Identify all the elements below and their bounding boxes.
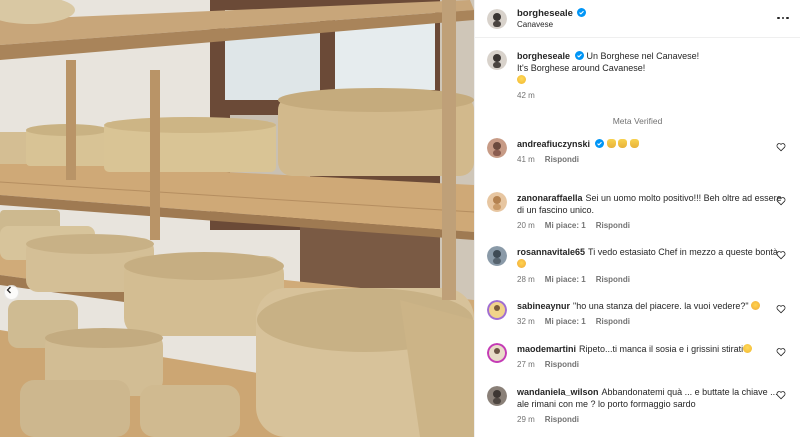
comment-username[interactable]: sabineaynur: [517, 301, 570, 311]
comment-item: rosannavitale65 Ti vedo estasiato Chef in…: [487, 246, 792, 286]
meta-verified-label[interactable]: Meta Verified: [475, 116, 800, 126]
like-heart-icon[interactable]: [776, 196, 786, 206]
comment-username[interactable]: wandaniela_wilson: [517, 387, 599, 397]
avatar[interactable]: [487, 386, 507, 406]
comment-likes-count[interactable]: Mi piace: 1: [545, 220, 586, 232]
comment-item: sabineaynur "ho una stanza del piacere. l…: [487, 300, 792, 328]
comment-item: andreafiuczynski 41 m Rispondi: [487, 138, 792, 166]
comment-item: wandaniela_wilson Abbandonatemi quà ... e…: [487, 386, 792, 426]
avatar[interactable]: [487, 192, 507, 212]
verified-badge-icon: [577, 7, 587, 17]
caption-timestamp[interactable]: 42 m: [517, 90, 699, 102]
comment-timestamp[interactable]: 28 m: [517, 274, 535, 286]
clapping-hands-emoji-icon: [606, 139, 616, 148]
comment-timestamp[interactable]: 32 m: [517, 316, 535, 328]
avatar[interactable]: [487, 138, 507, 158]
post-header: borgheseale Canavese: [475, 0, 800, 38]
reply-button[interactable]: Rispondi: [545, 154, 579, 166]
comment-timestamp[interactable]: 27 m: [517, 359, 535, 371]
reply-button[interactable]: Rispondi: [545, 359, 579, 371]
comment-item: zanonaraffaella Sei un uomo molto positiv…: [487, 192, 792, 232]
instagram-post-modal: borgheseale Canavese borgheseale Un Borg…: [0, 0, 800, 437]
like-heart-icon[interactable]: [776, 142, 786, 152]
like-heart-icon[interactable]: [776, 304, 786, 314]
more-options-button[interactable]: [776, 13, 790, 23]
caption-text-line1: Un Borghese nel Canavese!: [586, 51, 700, 61]
comment-timestamp[interactable]: 29 m: [517, 414, 535, 426]
heart-eyes-emoji-icon: [751, 301, 761, 310]
post-location[interactable]: Canavese: [517, 19, 586, 30]
reply-button[interactable]: Rispondi: [596, 220, 630, 232]
like-heart-icon[interactable]: [776, 250, 786, 260]
comment-likes-count[interactable]: Mi piace: 1: [545, 274, 586, 286]
like-heart-icon[interactable]: [776, 347, 786, 357]
clapping-hands-emoji-icon: [618, 139, 628, 148]
post-author-username[interactable]: borgheseale: [517, 8, 573, 19]
reply-button[interactable]: Rispondi: [596, 274, 630, 286]
caption-username[interactable]: borgheseale: [517, 51, 570, 61]
comment-text: Ripeto...ti manca il sosia e i grissini …: [579, 344, 744, 354]
comment-text: "ho una stanza del piacere. la vuoi vede…: [573, 301, 749, 311]
cheese-shelves-photo: [0, 0, 474, 437]
post-caption: borgheseale Un Borghese nel Canavese! It…: [487, 50, 788, 102]
reply-button[interactable]: Rispondi: [596, 316, 630, 328]
comment-username[interactable]: maodemartini: [517, 344, 576, 354]
comment-username[interactable]: zanonaraffaella: [517, 193, 583, 203]
caption-text-line2: It's Borghese around Cavanese!: [517, 63, 646, 73]
comment-timestamp[interactable]: 20 m: [517, 220, 535, 232]
chevron-left-icon: [6, 286, 11, 294]
avatar[interactable]: [487, 300, 507, 320]
heart-eyes-emoji-icon: [517, 259, 526, 268]
grinning-face-emoji-icon: [743, 344, 753, 353]
verified-badge-icon: [595, 139, 605, 148]
smiling-face-emoji-icon: [517, 75, 526, 84]
comment-text: Ti vedo estasiato Chef in mezzo a queste…: [588, 247, 778, 257]
avatar[interactable]: [487, 50, 507, 70]
like-heart-icon[interactable]: [776, 390, 786, 400]
comment-item: maodemartini Ripeto...ti manca il sosia e…: [487, 343, 792, 371]
comment-username[interactable]: andreafiuczynski: [517, 139, 590, 149]
post-photo: [0, 0, 474, 437]
verified-badge-icon: [575, 51, 585, 60]
post-side-panel: borgheseale Canavese borgheseale Un Borg…: [474, 0, 800, 437]
avatar[interactable]: [487, 8, 507, 29]
carousel-previous-button[interactable]: [4, 285, 19, 300]
comment-timestamp[interactable]: 41 m: [517, 154, 535, 166]
clapping-hands-emoji-icon: [629, 139, 639, 148]
reply-button[interactable]: Rispondi: [545, 414, 579, 426]
comment-username[interactable]: rosannavitale65: [517, 247, 585, 257]
avatar[interactable]: [487, 246, 507, 266]
avatar[interactable]: [487, 343, 507, 363]
comment-likes-count[interactable]: Mi piace: 1: [545, 316, 586, 328]
